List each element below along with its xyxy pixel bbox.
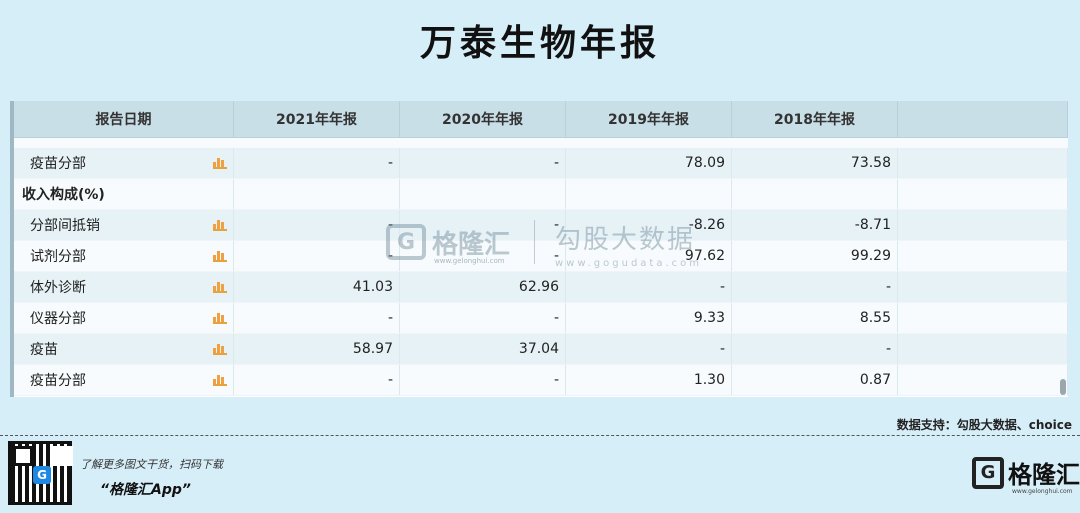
bar-chart-icon[interactable] [213,343,227,355]
col-header-2021[interactable]: 2021年年报 [234,101,400,137]
col-header-2018[interactable]: 2018年年报 [732,101,898,137]
table-cell: - [732,334,898,364]
row-label: 疫苗分部 [30,373,86,389]
table-cell: 58.97 [234,334,400,364]
table-cell: 0.87 [732,365,898,395]
bar-chart-icon[interactable] [213,250,227,262]
table-cell [400,179,566,209]
table-cell [732,179,898,209]
table-cell: - [234,365,400,395]
table-cell-empty [898,179,1068,209]
qr-center-logo-icon: G [33,466,51,484]
table-scrollbar[interactable] [1060,379,1066,395]
bar-chart-icon[interactable] [213,157,227,169]
footer-brand: G 格隆汇 [972,455,1080,490]
table-cell: 41.03 [234,272,400,302]
watermark-brand-url: www.gelonghui.com [434,257,505,265]
table-cell: - [566,272,732,302]
table-row: 体外诊断 41.03 62.96- - [14,272,1068,303]
table-cell-empty [898,303,1068,333]
footer-divider [0,435,1080,436]
table-cell [566,179,732,209]
table-row: 仪器分部 - -9.33 8.55 [14,303,1068,334]
table-cell: - [400,365,566,395]
table-cell: 78.09 [566,148,732,178]
page-title: 万泰生物年报 [419,23,660,64]
table-cell-empty [898,210,1068,240]
row-label-cell: 分部间抵销 [14,210,234,240]
table-cell: - [400,210,566,240]
row-label-cell: 仪器分部 [14,303,234,333]
row-label-cell: 试剂分部 [14,241,234,271]
table-cell-empty [898,241,1068,271]
table-cell: 62.96 [400,272,566,302]
row-label-cell: 疫苗分部 [14,148,234,178]
watermark-divider [534,220,535,264]
partially-scrolled-row [14,138,1068,148]
bar-chart-icon[interactable] [213,219,227,231]
col-header-2019[interactable]: 2019年年报 [566,101,732,137]
col-header-report-date[interactable]: 报告日期 [14,101,234,137]
row-label-cell: 疫苗分部 [14,365,234,395]
table-cell-empty [898,272,1068,302]
bar-chart-icon[interactable] [213,374,227,386]
table-cell: 97.62 [566,241,732,271]
table-cell-empty [898,334,1068,364]
gelonghui-logo-icon: G [972,456,1004,489]
table-cell: 73.58 [732,148,898,178]
row-label-cell: 体外诊断 [14,272,234,302]
table-cell: - [732,272,898,302]
table-cell: -8.71 [732,210,898,240]
table-cell-empty [898,148,1068,178]
section-header-row: 收入构成(%) [14,179,1068,210]
table-cell: 37.04 [400,334,566,364]
table-row: 试剂分部 - -97.62 99.29 [14,241,1068,272]
footer-brand-name: 格隆汇 [1008,461,1080,489]
table-cell [234,179,400,209]
table-cell: - [234,303,400,333]
row-label: 体外诊断 [30,280,86,296]
table-cell: 9.33 [566,303,732,333]
footer-brand-url: www.gelonghui.com [1012,488,1073,495]
row-label: 收入构成(%) [22,187,105,203]
row-label: 试剂分部 [30,249,86,265]
bar-chart-icon[interactable] [213,281,227,293]
table-body: 疫苗分部 - -78.09 73.58 收入构成(%) 分部间抵销 - - -8.26 -8.71… [14,148,1068,396]
table-cell: - [234,241,400,271]
table-row: 疫苗 58.97 37.04- - [14,334,1068,365]
app-name: “格隆汇App” [100,482,191,498]
table-cell: 8.55 [732,303,898,333]
table-cell: - [400,148,566,178]
table-cell: - [234,210,400,240]
annual-report-table[interactable]: 报告日期 2021年年报 2020年年报 2019年年报 2018年年报 疫苗分… [10,101,1068,397]
row-label-cell: 疫苗 [14,334,234,364]
row-label: 疫苗分部 [30,156,86,172]
row-label-cell: 收入构成(%) [14,179,234,209]
table-cell: - [400,303,566,333]
col-header-empty [898,101,1068,137]
table-cell-empty [898,365,1068,395]
table-cell: 1.30 [566,365,732,395]
table-cell: 99.29 [732,241,898,271]
data-source-note: 数据支持：勾股大数据、choice [896,418,1072,432]
table-row: 疫苗分部 - -1.30 0.87 [14,365,1068,396]
table-row: 分部间抵销 - - -8.26 -8.71 [14,210,1068,241]
row-label: 仪器分部 [30,311,86,327]
table-cell: -8.26 [566,210,732,240]
table-cell: - [400,241,566,271]
table-cell: - [234,148,400,178]
col-header-2020[interactable]: 2020年年报 [400,101,566,137]
row-label: 分部间抵销 [30,218,100,234]
table-header-row: 报告日期 2021年年报 2020年年报 2019年年报 2018年年报 [14,101,1068,138]
qr-code-icon: G [8,441,72,505]
bar-chart-icon[interactable] [213,312,227,324]
row-label: 疫苗 [30,342,58,358]
table-cell: - [566,334,732,364]
promo-line: 了解更多图文干货，扫码下载 [80,458,223,471]
table-row: 疫苗分部 - -78.09 73.58 [14,148,1068,179]
